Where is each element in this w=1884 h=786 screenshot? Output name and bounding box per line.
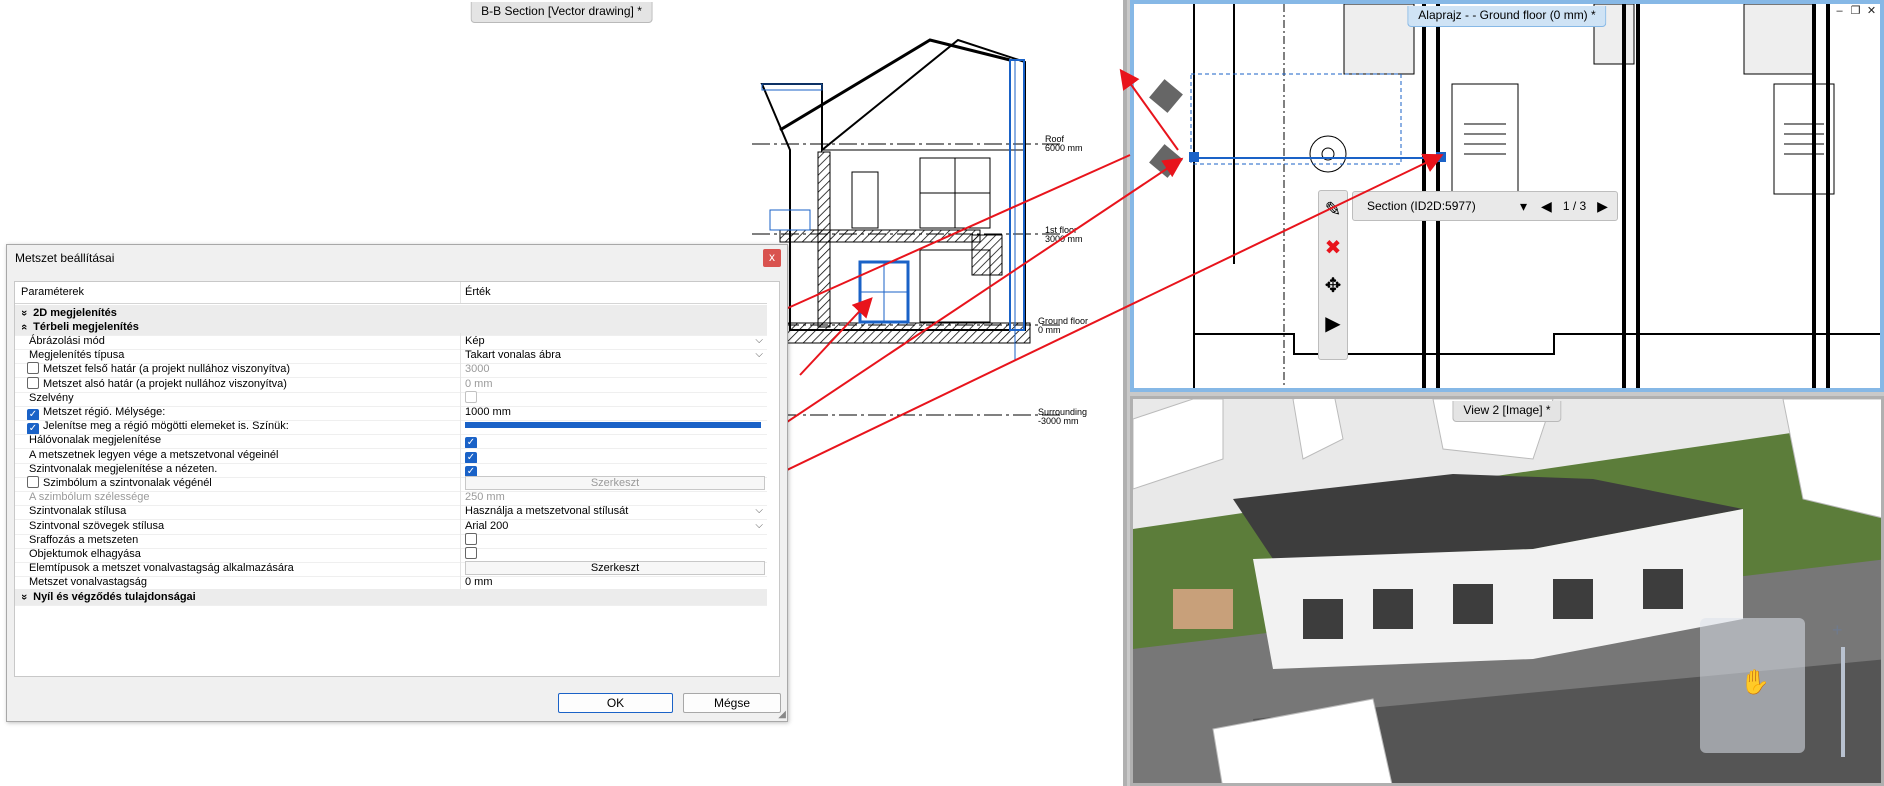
level-roof: Roof 6000 mm (1045, 134, 1083, 153)
delete-icon[interactable]: ✖ (1319, 229, 1347, 267)
window-controls: – ❐ ✕ (1833, 5, 1878, 18)
restore-icon[interactable]: ❐ (1849, 5, 1862, 18)
property-grid: Paraméterek Érték» 2D megjelenítés «Térbeli… (14, 281, 780, 677)
property-value[interactable]: Kép (465, 335, 485, 347)
property-label: Megjelenítés típusa (29, 349, 125, 362)
edit-button[interactable]: Szerkeszt (465, 561, 765, 576)
level-ground-floor: Ground floor 0 mm (1038, 316, 1089, 335)
zoom-in-icon[interactable]: + (1832, 620, 1854, 641)
section-settings-dialog: Metszet beállításai x Paraméterek Érték» 2… (6, 244, 788, 722)
page-indicator: 1 / 3 (1562, 199, 1587, 213)
group-toggle-icon[interactable]: » (16, 310, 32, 316)
property-label: Szimbólum a szintvonalak végénél (43, 477, 212, 489)
property-label: Szintvonal szövegek stílusa (29, 519, 165, 532)
value-checkbox[interactable] (465, 532, 477, 545)
property-label: Sraffozás a metszeten (29, 533, 139, 546)
property-value[interactable]: 0 mm (465, 576, 493, 588)
property-label: A metszetnek legyen vége a metszetvonal … (29, 448, 279, 461)
edit-button[interactable]: Szerkeszt (465, 476, 765, 490)
cancel-button[interactable]: Mégse (683, 693, 781, 713)
row-checkbox[interactable] (27, 476, 39, 488)
group-toggle-icon[interactable]: » (16, 594, 32, 600)
hand-pan-icon[interactable]: ✋ (1740, 668, 1770, 697)
property-label: Metszet régió. Mélysége: (43, 406, 166, 418)
next-icon[interactable]: ▶ (1590, 198, 1615, 215)
property-label: A szimbólum szélessége (29, 491, 150, 504)
header-value: Érték (465, 286, 491, 298)
ok-button[interactable]: OK (558, 693, 673, 713)
pencil-icon[interactable]: ✎ (1319, 191, 1347, 229)
property-label: Metszet felső határ (a projekt nullához … (43, 363, 291, 376)
minimize-icon[interactable]: – (1833, 5, 1846, 18)
edit-toolbar: ✎ ✖ ✥ ▶ (1318, 190, 1348, 360)
property-label: Hálóvonalak megjelenítése (29, 434, 162, 447)
property-value[interactable]: 1000 mm (465, 406, 511, 418)
zoom-slider[interactable]: + (1832, 620, 1854, 775)
chevron-down-icon[interactable]: ▾ (1513, 198, 1534, 215)
navigation-widget[interactable]: ✋ (1700, 618, 1805, 753)
grid-header: Paraméterek Érték (15, 282, 767, 304)
zoom-track[interactable] (1841, 647, 1845, 757)
level-first-floor: 1st floor 3000 mm (1045, 225, 1083, 244)
close-button[interactable]: x (763, 249, 781, 267)
property-label: Térbeli megjelenítés (33, 321, 139, 333)
property-value[interactable]: Takart vonalas ábra (465, 349, 561, 361)
property-label: Objektumok elhagyása (29, 548, 141, 560)
header-params: Paraméterek (15, 282, 461, 303)
property-label: 2D megjelenítés (33, 307, 117, 319)
property-label: Elemtípusok a metszet vonalvastagság alk… (29, 562, 294, 575)
property-label: Ábrázolási mód (29, 335, 105, 347)
value-checkbox[interactable] (465, 547, 477, 559)
resize-grip-icon[interactable]: ◢ (778, 709, 786, 720)
property-label: Jelenítse meg a régió mögötti elemeket i… (43, 420, 289, 433)
level-surrounding: Surrounding -3000 mm (1038, 407, 1088, 426)
dialog-title: Metszet beállításai (15, 251, 115, 265)
move-icon[interactable]: ✥ (1319, 267, 1347, 305)
section-id-toolbar: Section (ID2D:5977) ▾ ◀ 1 / 3 ▶ (1352, 191, 1618, 221)
section-pane-title[interactable]: B-B Section [Vector drawing] * (470, 2, 653, 23)
group-toggle-icon[interactable]: « (16, 324, 32, 330)
property-value[interactable]: 0 mm (465, 378, 493, 390)
view-pane-title[interactable]: View 2 [Image] * (1452, 401, 1562, 422)
property-group[interactable]: » Nyíl és végződés tulajdonságai (15, 588, 767, 606)
color-swatch[interactable] (465, 422, 761, 429)
property-label: Szintvonalak megjelenítése a nézeten. (29, 462, 218, 475)
close-icon[interactable]: ✕ (1865, 5, 1878, 18)
property-label: Szintvonalak stílusa (29, 505, 127, 518)
property-value[interactable]: Használja a metszetvonal stílusát (465, 505, 628, 517)
property-label: Nyíl és végződés tulajdonságai (33, 590, 196, 603)
property-value[interactable]: Arial 200 (465, 520, 508, 532)
prev-icon[interactable]: ◀ (1534, 198, 1559, 215)
expand-right-icon[interactable]: ▶ (1319, 305, 1347, 343)
property-label: Metszet vonalvastagság (29, 576, 148, 589)
section-id-label: Section (ID2D:5977) (1367, 199, 1476, 213)
row-checkbox[interactable] (27, 362, 39, 375)
property-label: Metszet alsó határ (a projekt nullához v… (43, 377, 287, 390)
property-value[interactable]: 250 mm (465, 491, 505, 503)
property-value[interactable]: 3000 (465, 363, 489, 375)
value-checkbox[interactable] (465, 390, 477, 403)
plan-pane-title[interactable]: Alaprajz - - Ground floor (0 mm) * (1407, 6, 1607, 27)
property-label: Szelvény (29, 391, 74, 404)
row-checkbox[interactable] (27, 376, 39, 389)
